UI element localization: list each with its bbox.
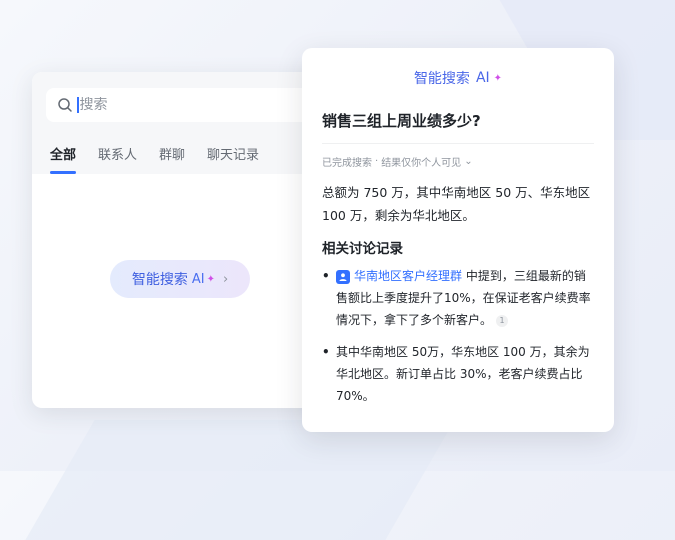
group-chat-icon (336, 270, 350, 284)
meta-separator: · (375, 156, 379, 167)
search-panel: 全部 联系人 群聊 聊天记录 智能搜索 AI ✦ › (32, 72, 332, 408)
search-header: 全部 联系人 群聊 聊天记录 (32, 72, 332, 174)
related-title: 相关讨论记录 (322, 241, 403, 257)
related-list: • 华南地区客户经理群 中提到，三组最新的销售额比上季度提升了10%，在保证老客… (322, 265, 594, 407)
list-item: • 华南地区客户经理群 中提到，三组最新的销售额比上季度提升了10%，在保证老客… (322, 265, 594, 331)
smart-search-button[interactable]: 智能搜索 AI ✦ › (110, 260, 250, 298)
sparkle-icon: ✦ (206, 273, 215, 285)
ai-result-card: 智能搜索 AI ✦ 销售三组上周业绩多少? 已完成搜索 · 结果仅你个人可见 ⌄… (302, 48, 614, 432)
tab-contacts[interactable]: 联系人 (98, 144, 137, 174)
card-title: 智能搜索 (413, 71, 470, 87)
search-status: 已完成搜索 (322, 158, 372, 169)
query-question: 销售三组上周业绩多少? (322, 112, 481, 130)
tab-all[interactable]: 全部 (50, 144, 77, 174)
search-box[interactable] (46, 88, 332, 122)
list-item-text: 其中华南地区 50万，华东地区 100 万，其余为华北地区。新订单占比 30%，… (336, 345, 590, 403)
bullet-dot: • (322, 345, 330, 359)
citation-badge[interactable]: 1 (496, 315, 509, 327)
sparkle-icon: ✦ (493, 72, 503, 84)
search-meta[interactable]: 已完成搜索 · 结果仅你个人可见 ⌄ (322, 154, 594, 169)
bullet-dot: • (322, 269, 330, 283)
visibility-note: 结果仅你个人可见 (381, 158, 462, 169)
search-tabs: 全部 联系人 群聊 聊天记录 (50, 144, 281, 174)
tab-group-chats[interactable]: 群聊 (159, 144, 185, 174)
answer-text: 总额为 750 万，其中华南地区 50 万、华东地区 100 万，剩余为华北地区… (322, 185, 591, 223)
divider (322, 143, 594, 144)
card-header: 智能搜索 AI ✦ (322, 68, 594, 88)
ai-tag: AI (475, 70, 490, 86)
chevron-right-icon: › (222, 271, 229, 287)
group-chat-link[interactable]: 华南地区客户经理群 (354, 269, 462, 283)
text-cursor (77, 97, 79, 113)
chevron-down-icon: ⌄ (464, 156, 473, 167)
tab-chat-history[interactable]: 聊天记录 (207, 144, 259, 174)
search-input[interactable] (79, 97, 280, 113)
list-item: • 其中华南地区 50万，华东地区 100 万，其余为华北地区。新订单占比 30… (322, 341, 594, 407)
ai-tag: AI (191, 271, 205, 287)
smart-search-label: 智能搜索 (131, 272, 188, 288)
background-shape (25, 420, 455, 540)
list-item-content: 华南地区客户经理群 中提到，三组最新的销售额比上季度提升了10%，在保证老客户续… (336, 265, 594, 331)
search-icon (57, 97, 73, 113)
